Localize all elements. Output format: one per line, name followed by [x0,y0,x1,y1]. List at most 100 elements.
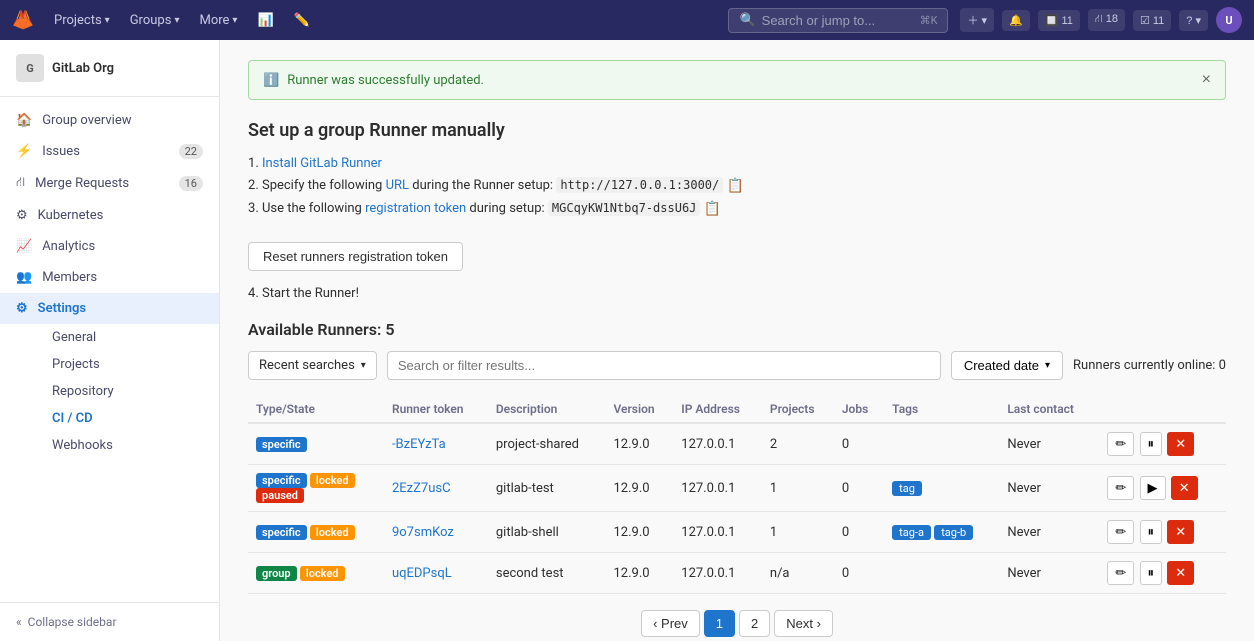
recent-searches-dropdown[interactable]: Recent searches ▾ [248,351,377,380]
nav-groups[interactable]: Groups ▾ [122,9,188,32]
main-content: ℹ️ Runner was successfully updated. × Se… [220,40,1254,641]
delete-button[interactable]: ✕ [1171,476,1198,500]
url-link[interactable]: URL [386,178,409,193]
user-avatar[interactable]: U [1216,7,1242,33]
install-runner-link[interactable]: Install GitLab Runner [262,156,382,171]
runner-token-link[interactable]: -BzEYzTa [392,437,446,452]
merge-badge: 16 [179,176,203,191]
pagination: ‹ Prev 1 2 Next › [248,610,1226,637]
row2-description: gitlab-test [488,465,606,512]
collapse-sidebar[interactable]: « Collapse sidebar [0,602,219,641]
top-nav: Projects ▾ Groups ▾ More ▾ 📊 ✏️ 🔍 ⌘K ＋ ▾… [0,0,1254,40]
runner-token-link[interactable]: 9o7smKoz [392,525,454,540]
table-row: specific locked paused 2EzZ7usC gitlab-t… [248,465,1226,512]
copy-url-button[interactable]: 📋 [727,177,744,194]
plus-button[interactable]: ＋ ▾ [960,8,994,32]
sidebar-subitem-repository[interactable]: Repository [36,378,219,405]
sidebar-subitem-cicd[interactable]: CI / CD [36,405,219,432]
registration-link[interactable]: registration token [365,201,466,216]
created-date-button[interactable]: Created date ▾ [951,351,1063,380]
help-button[interactable]: ? ▾ [1179,10,1208,31]
edit-button[interactable]: ✏ [1107,476,1134,500]
search-input[interactable] [762,13,914,28]
row3-tags: tag-a tag-b [884,512,999,553]
nav-snippet[interactable]: ✏️ [286,9,318,32]
sidebar-item-issues[interactable]: ⚡ Issues 22 [0,136,219,167]
col-projects: Projects [762,396,834,423]
delete-button[interactable]: ✕ [1167,561,1194,585]
sidebar-item-members[interactable]: 👥 Members [0,262,219,293]
next-page-button[interactable]: Next › [774,610,833,637]
dropdown-chevron-icon: ▾ [361,360,366,371]
members-icon: 👥 [16,270,32,285]
row2-ip: 127.0.0.1 [673,465,762,512]
pause-button[interactable]: ⏸ [1140,432,1163,456]
edit-button[interactable]: ✏ [1107,561,1134,585]
pause-button[interactable]: ⏸ [1140,561,1163,585]
setup-step-4: Start the Runner! [248,283,1226,304]
edit-button[interactable]: ✏ [1107,432,1134,456]
runner-url: http://127.0.0.1:3000/ [556,177,723,193]
delete-button[interactable]: ✕ [1167,432,1194,456]
setup-step-3: Use the following registration token dur… [248,197,1226,220]
kubernetes-icon: ⚙ [16,208,28,223]
row3-badges: specific locked [248,512,384,553]
runner-token-link[interactable]: uqEDPsqL [392,566,452,581]
page-2-button[interactable]: 2 [739,610,770,637]
runners-online-count: Runners currently online: 0 [1073,358,1226,373]
nav-more[interactable]: More ▾ [191,9,245,32]
badge-locked: locked [310,473,355,488]
merge-icon: ⛙ [16,175,25,192]
row1-badges: specific [248,423,384,465]
badge-locked: locked [300,566,345,581]
col-description: Description [488,396,606,423]
play-button[interactable]: ▶ [1140,476,1166,500]
sidebar-subitem-projects[interactable]: Projects [36,351,219,378]
runner-token-link[interactable]: 2EzZ7usC [392,481,451,496]
alert-close-button[interactable]: × [1202,71,1211,89]
search-box[interactable]: 🔍 ⌘K [728,8,948,33]
info-icon: ℹ️ [263,73,279,88]
org-avatar: G [16,54,44,82]
sidebar-item-merge-requests[interactable]: ⛙ Merge Requests 16 [0,167,219,200]
org-header[interactable]: G GitLab Org [0,40,219,97]
pause-button[interactable]: ⏸ [1140,520,1163,544]
brand-logo[interactable] [12,9,34,31]
setup-title: Set up a group Runner manually [248,120,1226,141]
sidebar-subitem-general[interactable]: General [36,324,219,351]
issues-button[interactable]: 🔲 11 [1038,10,1080,31]
issues-badge: 22 [179,144,203,159]
edit-button[interactable]: ✏ [1107,520,1134,544]
row2-actions: ✏ ▶ ✕ [1097,465,1226,512]
row3-ip: 127.0.0.1 [673,512,762,553]
bell-button[interactable]: 🔔 [1002,10,1030,31]
col-tags: Tags [884,396,999,423]
todos-button[interactable]: ☑ 11 [1133,10,1171,31]
row4-tags [884,553,999,594]
row4-projects: n/a [762,553,834,594]
delete-button[interactable]: ✕ [1167,520,1194,544]
sidebar-item-analytics[interactable]: 📈 Analytics [0,231,219,262]
row4-version: 12.9.0 [606,553,674,594]
tag-a-label: tag-a [892,525,931,540]
runner-search-input[interactable] [387,351,941,380]
sidebar-subitem-webhooks[interactable]: Webhooks [36,432,219,459]
nav-chart[interactable]: 📊 [249,9,281,32]
nav-projects[interactable]: Projects ▾ [46,9,118,32]
sidebar-item-settings[interactable]: ⚙ Settings [0,293,219,324]
date-dropdown-icon: ▾ [1045,360,1050,371]
chevron-down-icon: ▾ [174,15,179,26]
row3-version: 12.9.0 [606,512,674,553]
merge-button[interactable]: ⛙ 18 [1088,9,1125,31]
sidebar-item-group-overview[interactable]: 🏠 Group overview [0,105,219,136]
copy-token-button[interactable]: 📋 [704,200,721,217]
row4-description: second test [488,553,606,594]
row3-last-contact: Never [999,512,1097,553]
col-type-state: Type/State [248,396,384,423]
prev-page-button[interactable]: ‹ Prev [641,610,700,637]
page-1-button[interactable]: 1 [704,610,735,637]
sidebar-item-kubernetes[interactable]: ⚙ Kubernetes [0,200,219,231]
reset-token-button[interactable]: Reset runners registration token [248,242,463,271]
registration-token: MGCqyKW1Ntbq7-dssU6J [548,200,701,216]
col-last-contact: Last contact [999,396,1097,423]
